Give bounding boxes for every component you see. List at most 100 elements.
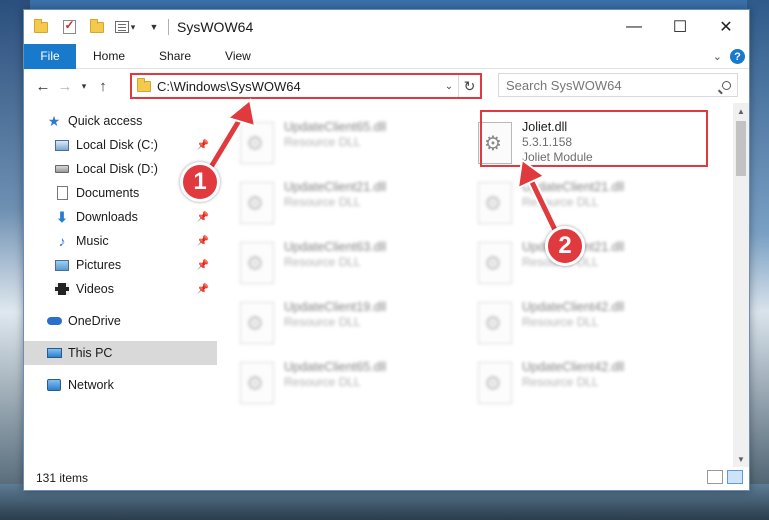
- dll-file-icon: [240, 302, 274, 344]
- new-folder-icon[interactable]: [86, 16, 108, 38]
- recent-locations-icon[interactable]: ▾: [76, 73, 92, 99]
- back-icon[interactable]: ←: [32, 73, 54, 99]
- title-separator: [168, 19, 169, 35]
- nav-item-music[interactable]: ♪ Music 📌: [24, 229, 217, 253]
- nav-item-network[interactable]: Network: [24, 373, 217, 397]
- file-type: Resource DLL: [522, 195, 599, 209]
- dll-file-icon: [478, 242, 512, 284]
- drive-icon: [54, 137, 70, 153]
- star-icon: ★: [47, 112, 61, 129]
- file-item[interactable]: UpdateClient63.dllResource DLL: [234, 235, 464, 291]
- address-row: ← → ▾ ↑ C:\Windows\SysWOW64 ⌄ ↻: [24, 69, 749, 103]
- nav-item-label: Network: [68, 378, 114, 392]
- vertical-scrollbar[interactable]: ▲ ▼: [733, 103, 749, 467]
- refresh-icon[interactable]: ↻: [458, 75, 480, 97]
- nav-item-quick-access[interactable]: ★ Quick access: [24, 109, 217, 133]
- search-icon[interactable]: [715, 74, 737, 96]
- title-bar: ▾ ▼ SysWOW64 — ☐ ✕: [24, 10, 749, 44]
- minimize-button[interactable]: —: [611, 10, 657, 44]
- search-input[interactable]: [506, 77, 715, 93]
- file-name: UpdateClient21.dll: [522, 180, 625, 194]
- search-box[interactable]: [498, 73, 738, 97]
- window-controls: — ☐ ✕: [611, 10, 749, 44]
- nav-item-label: Local Disk (D:): [76, 162, 158, 176]
- dll-file-icon: [478, 182, 512, 224]
- pictures-icon: [54, 257, 70, 273]
- file-item[interactable]: UpdateClient65.dllResource DLL: [234, 355, 464, 411]
- nav-item-label: OneDrive: [68, 314, 121, 328]
- tab-view[interactable]: View: [208, 44, 268, 69]
- nav-item-label: Videos: [76, 282, 114, 296]
- nav-item-pictures[interactable]: Pictures 📌: [24, 253, 217, 277]
- folder-icon: [30, 16, 52, 38]
- file-item[interactable]: UpdateClient19.dllResource DLL: [234, 295, 464, 351]
- window-title: SysWOW64: [177, 19, 254, 35]
- tab-share[interactable]: Share: [142, 44, 208, 69]
- file-type: Resource DLL: [284, 195, 361, 209]
- file-item[interactable]: UpdateClient21.dllResource DLL: [472, 175, 702, 231]
- up-icon[interactable]: ↑: [92, 73, 114, 99]
- scroll-thumb[interactable]: [736, 121, 746, 176]
- nav-item-videos[interactable]: Videos 📌: [24, 277, 217, 301]
- file-highlight-box: [480, 110, 708, 167]
- view-toggle: [707, 470, 743, 484]
- pin-icon: 📌: [196, 283, 209, 295]
- details-view-icon[interactable]: [707, 470, 723, 484]
- file-type: Resource DLL: [284, 135, 361, 149]
- scroll-up-icon[interactable]: ▲: [733, 103, 749, 119]
- ribbon-right-controls: ⌄ ?: [713, 44, 745, 69]
- pin-icon: 📌: [196, 235, 209, 247]
- downloads-icon: ⬇: [56, 208, 68, 225]
- view-properties-icon[interactable]: ▾: [114, 16, 136, 38]
- documents-icon: [54, 185, 70, 201]
- scroll-down-icon[interactable]: ▼: [733, 451, 749, 467]
- dll-file-icon: [240, 242, 274, 284]
- this-pc-icon: [46, 345, 62, 361]
- nav-item-this-pc[interactable]: This PC: [24, 341, 217, 365]
- file-item[interactable]: UpdateClient42.dllResource DLL: [472, 355, 702, 411]
- nav-item-label: Music: [76, 234, 109, 248]
- expand-ribbon-icon[interactable]: ⌄: [713, 50, 722, 63]
- dll-file-icon: [240, 182, 274, 224]
- close-button[interactable]: ✕: [703, 10, 749, 44]
- maximize-button[interactable]: ☐: [657, 10, 703, 44]
- file-item[interactable]: UpdateClient42.dllResource DLL: [472, 295, 702, 351]
- file-item[interactable]: UpdateClient65.dllResource DLL: [234, 115, 464, 171]
- address-folder-icon: [137, 77, 151, 92]
- pin-icon: 📌: [196, 259, 209, 271]
- tab-home[interactable]: Home: [76, 44, 142, 69]
- file-type: Resource DLL: [522, 375, 599, 389]
- nav-item-label: Quick access: [68, 114, 143, 128]
- file-name: UpdateClient65.dll: [284, 360, 387, 374]
- file-item[interactable]: UpdateClient21.dllResource DLL: [234, 175, 464, 231]
- address-bar[interactable]: C:\Windows\SysWOW64 ⌄ ↻: [130, 73, 482, 99]
- pin-icon: 📌: [196, 139, 209, 151]
- music-icon: ♪: [58, 233, 66, 249]
- ribbon-tabs: File Home Share View ⌄ ?: [24, 43, 749, 69]
- nav-item-downloads[interactable]: ⬇ Downloads 📌: [24, 205, 217, 229]
- file-type: Resource DLL: [522, 315, 599, 329]
- step-badge-2: 2: [545, 226, 585, 266]
- dll-file-icon: [478, 302, 512, 344]
- nav-item-local-disk-c[interactable]: Local Disk (C:) 📌: [24, 133, 217, 157]
- file-name: UpdateClient42.dll: [522, 300, 625, 314]
- nav-item-label: This PC: [68, 346, 113, 360]
- address-dropdown-icon[interactable]: ⌄: [440, 81, 458, 92]
- dll-file-icon: [240, 122, 274, 164]
- help-icon[interactable]: ?: [730, 49, 745, 64]
- drive-icon: [54, 161, 70, 177]
- large-icons-view-icon[interactable]: [727, 470, 743, 484]
- nav-item-label: Downloads: [76, 210, 138, 224]
- network-icon: [46, 377, 62, 393]
- tab-file[interactable]: File: [24, 43, 76, 69]
- pin-icon: 📌: [196, 211, 209, 223]
- file-item[interactable]: UpdateClient21.dllResource DLL: [472, 235, 702, 291]
- address-path[interactable]: C:\Windows\SysWOW64: [157, 79, 440, 94]
- nav-item-onedrive[interactable]: OneDrive: [24, 309, 217, 333]
- status-bar: 131 items: [24, 466, 749, 490]
- properties-check-icon[interactable]: [58, 16, 80, 38]
- forward-icon[interactable]: →: [54, 73, 76, 99]
- file-type: Resource DLL: [284, 375, 361, 389]
- customize-toolbar-icon[interactable]: ▼: [142, 16, 164, 38]
- navigation-pane: ★ Quick access Local Disk (C:) 📌 Local D…: [24, 107, 217, 467]
